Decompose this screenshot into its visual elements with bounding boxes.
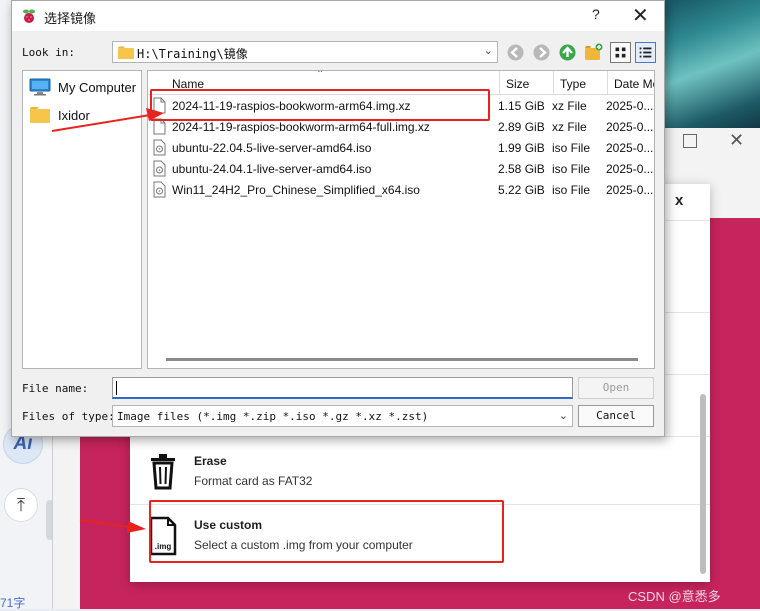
erase-option[interactable]: Erase Format card as FAT32 [130, 446, 690, 508]
file-size: 1.99 GiB [498, 141, 545, 155]
sidebar-item-label: My Computer [58, 80, 137, 95]
column-header-type[interactable]: Type [554, 71, 608, 95]
file-date: 2025-0... [606, 183, 654, 197]
csdn-watermark: CSDN @意悉多 [628, 589, 721, 604]
file-name-label: File name: [22, 382, 89, 395]
file-name-input[interactable] [112, 377, 573, 399]
places-sidebar: My Computer Ixidor [22, 70, 142, 369]
detail-view-icon[interactable] [635, 42, 656, 63]
new-folder-icon[interactable] [583, 42, 604, 63]
dialog-close-button[interactable]: x [675, 192, 683, 209]
dialog-titlebar[interactable]: 选择镜像 ? ✕ [12, 1, 664, 31]
trash-icon [151, 454, 175, 490]
dialog-title: 选择镜像 [44, 11, 97, 26]
file-size: 1.15 GiB [498, 99, 545, 113]
file-row[interactable]: Win11_24H2_Pro_Chinese_Simplified_x64.is… [148, 180, 654, 201]
look-in-combobox[interactable]: H:\Training\镜像 ⌄ [112, 41, 498, 63]
highlight-box [150, 89, 490, 121]
option-title: Erase [194, 454, 227, 468]
current-path: H:\Training\镜像 [137, 47, 248, 61]
file-name: 2024-11-19-raspios-bookworm-arm64-full.i… [172, 120, 430, 134]
open-button[interactable]: Open [578, 377, 654, 399]
file-date: 2025-0... [606, 141, 654, 155]
file-type-label: Files of type: [22, 410, 115, 423]
file-type: xz File [552, 99, 587, 113]
help-button[interactable]: ? [592, 6, 600, 22]
icon-view-icon[interactable] [610, 42, 631, 63]
highlight-box [149, 500, 504, 563]
file-row[interactable]: ubuntu-22.04.5-live-server-amd64.iso 1.9… [148, 138, 654, 159]
cancel-button[interactable]: Cancel [578, 405, 654, 427]
file-size: 2.89 GiB [498, 120, 545, 134]
file-type: xz File [552, 120, 587, 134]
file-date: 2025-0... [606, 99, 654, 113]
chevron-down-icon[interactable]: ⌄ [559, 409, 568, 422]
file-row[interactable]: ubuntu-24.04.1-live-server-amd64.iso 2.5… [148, 159, 654, 180]
file-size: 2.58 GiB [498, 162, 545, 176]
word-count-text: 71字 [0, 596, 26, 610]
file-name: Win11_24H2_Pro_Chinese_Simplified_x64.is… [172, 183, 420, 197]
maximize-icon[interactable] [683, 134, 697, 148]
file-type-value: Image files (*.img *.zip *.iso *.gz *.xz… [117, 410, 429, 423]
file-name: ubuntu-24.04.1-live-server-amd64.iso [172, 162, 372, 176]
file-type: iso File [552, 183, 591, 197]
computer-icon [29, 78, 51, 96]
file-name: ubuntu-22.04.5-live-server-amd64.iso [172, 141, 372, 155]
disc-image-file-icon [153, 181, 166, 198]
back-arrow-icon[interactable] [505, 42, 526, 63]
chevron-down-icon[interactable]: ⌄ [484, 44, 493, 57]
column-header-date[interactable]: Date Mo [608, 71, 654, 95]
folder-icon [30, 107, 50, 123]
sidebar-item-ixidor[interactable]: Ixidor [29, 104, 139, 126]
parent-folder-icon[interactable] [557, 42, 578, 63]
horizontal-scrollbar[interactable] [166, 358, 638, 361]
sort-ascending-icon: ⌃ [316, 70, 325, 80]
look-in-label: Look in: [22, 46, 75, 59]
folder-icon [118, 46, 134, 59]
back-to-top-button[interactable]: ⤒ [4, 488, 38, 522]
forward-arrow-icon[interactable] [531, 42, 552, 63]
file-type: iso File [552, 141, 591, 155]
text-cursor [116, 381, 117, 395]
window-close-icon[interactable]: ✕ [729, 130, 744, 151]
disc-image-file-icon [153, 139, 166, 156]
option-description: Format card as FAT32 [194, 474, 313, 488]
disc-image-file-icon [153, 160, 166, 177]
sidebar-item-my-computer[interactable]: My Computer [29, 76, 139, 98]
sidebar-item-label: Ixidor [58, 108, 90, 123]
file-date: 2025-0... [606, 162, 654, 176]
file-date: 2025-0... [606, 120, 654, 134]
file-open-dialog: 选择镜像 ? ✕ Look in: H:\Training\镜像 ⌄ My Co… [11, 0, 665, 437]
column-header-size[interactable]: Size [500, 71, 554, 95]
file-type-select[interactable]: Image files (*.img *.zip *.iso *.gz *.xz… [112, 405, 573, 427]
dialog-close-button[interactable]: ✕ [632, 3, 649, 28]
file-size: 5.22 GiB [498, 183, 545, 197]
raspberry-icon [23, 9, 35, 23]
file-type: iso File [552, 162, 591, 176]
list-scrollbar[interactable] [700, 394, 706, 574]
